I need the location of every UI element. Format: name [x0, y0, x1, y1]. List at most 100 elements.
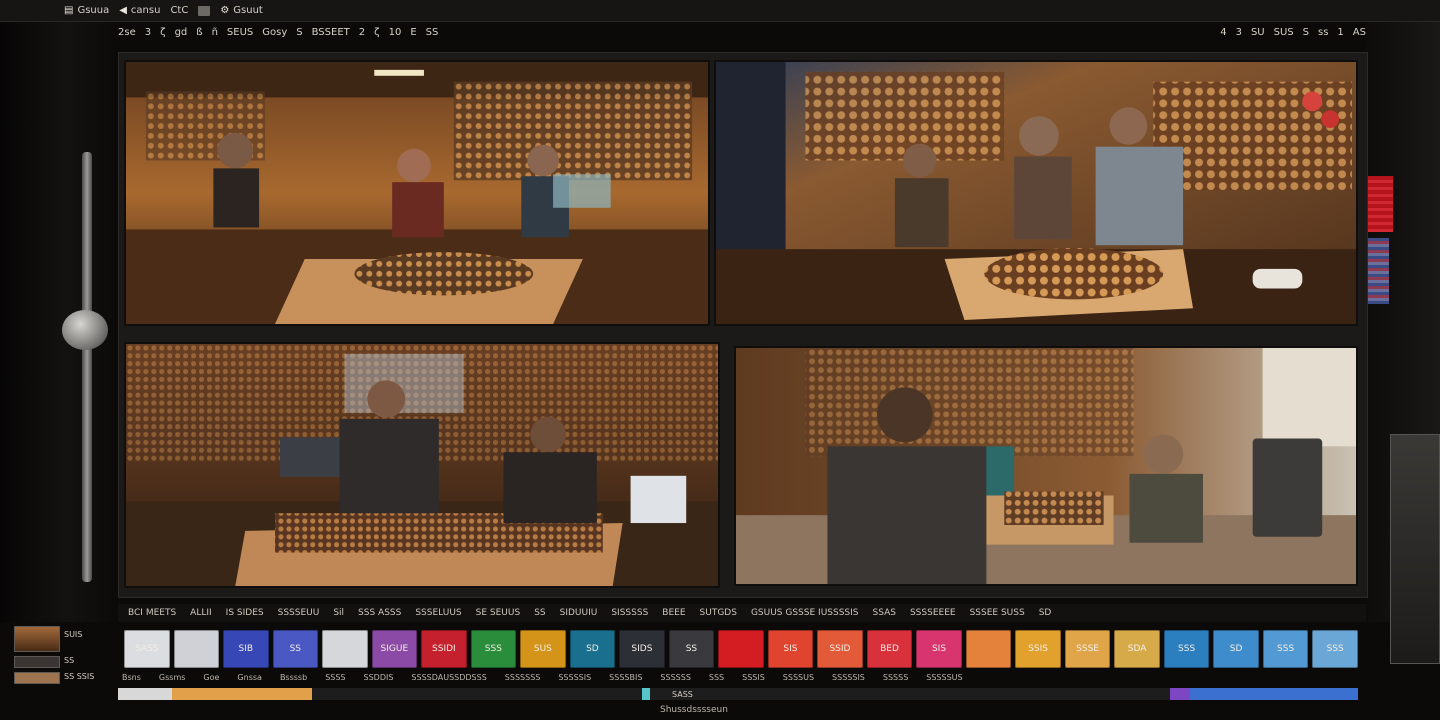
color-swatch[interactable]: SIB: [223, 630, 269, 668]
timeline-segment: [1190, 688, 1358, 700]
toolbar-item[interactable]: ñ: [212, 27, 218, 38]
thumbnail-label: SUIS: [64, 630, 83, 639]
color-swatch[interactable]: SSID: [817, 630, 863, 668]
thumbnail-3[interactable]: [14, 672, 60, 684]
image-panel-4[interactable]: [734, 346, 1358, 586]
swatch-label: SASS: [135, 644, 159, 654]
toolbar-item[interactable]: E: [410, 27, 416, 38]
label-item[interactable]: ALLII: [190, 608, 212, 618]
color-swatch[interactable]: [718, 630, 764, 668]
color-swatch[interactable]: SIS: [767, 630, 814, 668]
color-swatch[interactable]: [965, 630, 1012, 668]
toolbar-item[interactable]: ζ: [160, 27, 165, 38]
swatch-label: SSSE: [1076, 644, 1099, 654]
color-swatch[interactable]: SIGUE: [371, 630, 418, 668]
color-swatch[interactable]: SSSE: [1064, 630, 1111, 668]
label-item[interactable]: BCI MEETS: [128, 608, 176, 618]
label-item[interactable]: SSSSEEEE: [910, 608, 956, 618]
label-item[interactable]: SSSSEUU: [278, 608, 320, 618]
workshop-scene-3: [126, 344, 718, 586]
swatch-label: SIS: [931, 644, 947, 654]
image-panel-2[interactable]: [714, 60, 1358, 326]
menu-item-window[interactable]: [198, 5, 211, 16]
toolbar-item[interactable]: SEUS: [227, 27, 253, 38]
toolbar-item[interactable]: ζ: [374, 27, 379, 38]
color-swatch[interactable]: SSIS: [1015, 630, 1061, 668]
toolbar-item[interactable]: 3: [145, 27, 151, 38]
color-swatch[interactable]: SSIDI: [421, 630, 467, 668]
toolbar-item[interactable]: SUS: [1274, 27, 1294, 38]
swatch-label: SS: [685, 644, 698, 654]
toolbar-item[interactable]: 10: [389, 27, 402, 38]
color-swatch[interactable]: SIS: [916, 630, 962, 668]
label-item[interactable]: SS: [534, 608, 545, 618]
color-swatch[interactable]: SSS: [1262, 630, 1309, 668]
toolbar-item[interactable]: AS: [1353, 27, 1366, 38]
label-item[interactable]: SIDUUIU: [560, 608, 598, 618]
label-item[interactable]: GSUUS GSSSE IUSSSSIS: [751, 608, 859, 618]
thumbnail-1[interactable]: [14, 626, 60, 652]
toolbar-item[interactable]: ß: [196, 27, 202, 38]
label-item[interactable]: Sil: [333, 608, 344, 618]
color-swatch[interactable]: SDA: [1114, 630, 1160, 668]
image-panel-1[interactable]: [124, 60, 710, 326]
scroll-handle[interactable]: [82, 152, 92, 582]
toolbar-item[interactable]: S: [296, 27, 302, 38]
swatch-label: SS: [289, 644, 302, 654]
toolbar-item[interactable]: 2: [359, 27, 365, 38]
thumbnail-2[interactable]: [14, 656, 60, 668]
label-item[interactable]: SE SEUUS: [476, 608, 521, 618]
sublabel: Goe: [203, 673, 220, 682]
label-item[interactable]: IS SIDES: [226, 608, 264, 618]
toolbar-item[interactable]: 4: [1220, 27, 1226, 38]
sublabel: Gnssa: [237, 673, 262, 682]
window-icon: [198, 5, 211, 16]
swatch-label: SSIS: [1028, 644, 1048, 654]
color-swatch[interactable]: SS: [668, 630, 715, 668]
toolbar-item[interactable]: BSSEET: [312, 27, 350, 38]
menu-item-file[interactable]: ▤ Gsuua: [64, 5, 109, 16]
toolbar-item[interactable]: S: [1303, 27, 1309, 38]
sublabel: SSSIS: [742, 673, 765, 682]
label-item[interactable]: SSS ASSS: [358, 608, 401, 618]
sublabel: SSSSSUS: [926, 673, 963, 682]
label-item[interactable]: BEEE: [662, 608, 685, 618]
side-card[interactable]: [1390, 434, 1440, 664]
color-swatch[interactable]: SD: [569, 630, 616, 668]
label-item[interactable]: SSAS: [873, 608, 896, 618]
color-swatch[interactable]: [322, 630, 368, 668]
toolbar-item[interactable]: SS: [426, 27, 439, 38]
color-swatch[interactable]: SSS: [1163, 630, 1210, 668]
color-swatch[interactable]: SS: [272, 630, 319, 668]
color-swatch[interactable]: SSS: [470, 630, 517, 668]
timeline-segment: [312, 688, 642, 700]
toolbar-item[interactable]: 1: [1337, 27, 1343, 38]
toolbar-item[interactable]: 3: [1236, 27, 1242, 38]
label-item[interactable]: SUTGDS: [700, 608, 737, 618]
color-swatch[interactable]: SSS: [1312, 630, 1358, 668]
color-swatch[interactable]: SUS: [520, 630, 566, 668]
color-swatch[interactable]: [173, 630, 220, 668]
timeline-bar[interactable]: [118, 688, 1358, 700]
swatch-label: SIGUE: [380, 644, 409, 654]
label-item[interactable]: SISSSSS: [611, 608, 648, 618]
image-panel-3[interactable]: [124, 342, 720, 588]
knob-icon[interactable]: [62, 310, 108, 350]
menu-item-audio[interactable]: ◀ cansu: [119, 5, 160, 16]
label-item[interactable]: SSSEE SUSS: [970, 608, 1025, 618]
label-item[interactable]: SD: [1039, 608, 1052, 618]
color-swatch[interactable]: SASS: [124, 630, 170, 668]
toolbar-item[interactable]: ss: [1318, 27, 1328, 38]
menu-item-ctc[interactable]: CtC: [170, 5, 188, 16]
menu-item-settings[interactable]: ⚙ Gsuut: [220, 5, 263, 16]
color-swatch[interactable]: SIDS: [619, 630, 665, 668]
labels-row: BCI MEETS ALLII IS SIDES SSSSEUU Sil SSS…: [118, 604, 1366, 622]
toolbar-item[interactable]: 2se: [118, 27, 136, 38]
color-swatch[interactable]: SD: [1213, 630, 1259, 668]
toolbar-item[interactable]: SU: [1251, 27, 1265, 38]
label-item[interactable]: SSSELUUS: [415, 608, 461, 618]
color-swatch[interactable]: BED: [866, 630, 913, 668]
toolbar-item[interactable]: Gosy: [262, 27, 287, 38]
toolbar-item[interactable]: gd: [175, 27, 188, 38]
timeline-segment: [118, 688, 172, 700]
